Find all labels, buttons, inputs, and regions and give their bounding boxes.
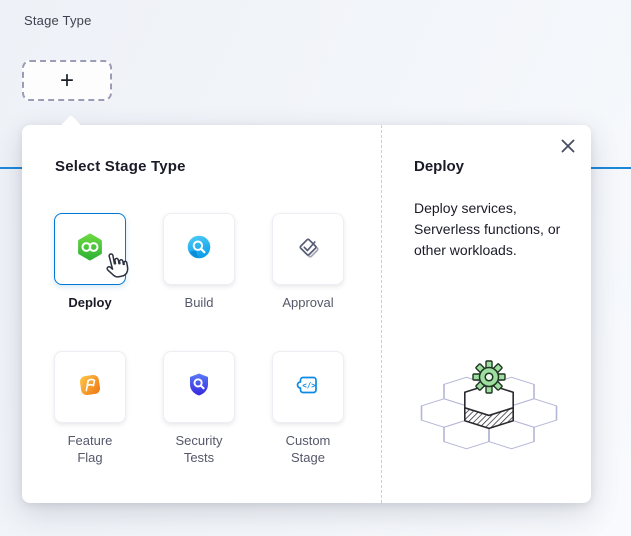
stage-detail-description: Deploy services, Serverless functions, o… [414,198,576,261]
stage-card-security-tests[interactable] [163,351,235,423]
popover-title: Select Stage Type [55,158,186,175]
stage-cell-feature-flag: Feature Flag [54,351,126,466]
stage-card-custom-stage[interactable]: </> [272,351,344,423]
gear-icon [473,361,505,393]
stage-detail-panel: Deploy Deploy services, Serverless funct… [414,125,599,261]
custom-stage-icon: </> [292,369,324,406]
stage-label-feature-flag: Feature Flag [54,432,126,466]
stage-card-feature-flag[interactable] [54,351,126,423]
stage-cards-grid: Deploy Build [54,213,344,466]
stage-cell-deploy: Deploy [54,213,126,311]
stage-cell-build: Build [163,213,235,311]
cd-hexagon-icon [74,231,106,268]
stage-type-label: Stage Type [24,13,92,28]
stage-label-approval: Approval [282,294,333,311]
approval-diamond-icon [292,231,324,268]
stage-label-security-tests: Security Tests [163,432,235,466]
plus-icon: + [60,67,74,95]
stage-cell-approval: Approval [272,213,344,311]
popover-caret [61,115,81,135]
stage-detail-title: Deploy [414,158,599,175]
stage-card-build[interactable] [163,213,235,285]
security-shield-icon [183,369,215,406]
feature-flag-icon [74,369,106,406]
deploy-illustration [402,335,580,462]
select-stage-popover: Select Stage Type Deploy [22,125,591,503]
stage-label-deploy: Deploy [68,294,111,311]
stage-label-build: Build [185,294,214,311]
stage-card-approval[interactable] [272,213,344,285]
stage-label-custom-stage: Custom Stage [272,432,344,466]
popover-divider [381,125,382,503]
ci-circle-icon [183,231,215,268]
stage-cell-security-tests: Security Tests [163,351,235,466]
add-stage-button[interactable]: + [22,60,112,101]
stage-cell-custom-stage: </> Custom Stage [272,351,344,466]
svg-text:</>: </> [302,380,316,389]
stage-card-deploy[interactable] [54,213,126,285]
